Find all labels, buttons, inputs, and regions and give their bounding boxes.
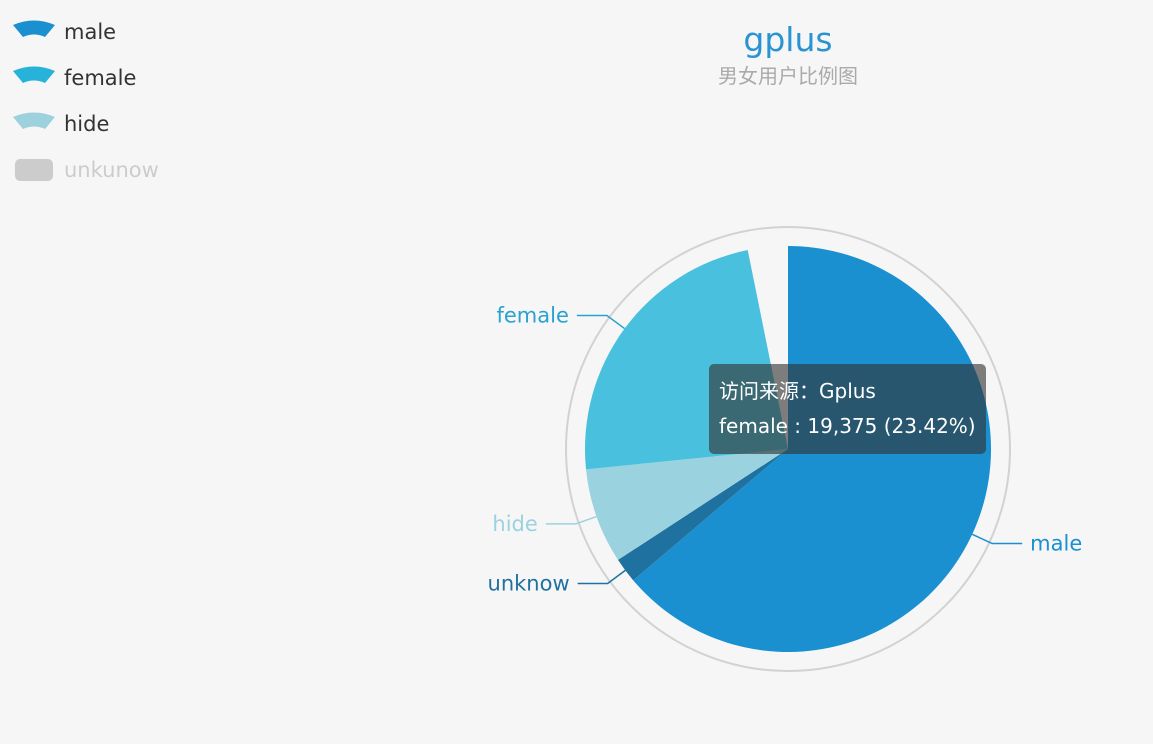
tooltip-line-value: female : 19,375 (23.42%) [719, 414, 976, 438]
tooltip-line-source: 访问来源：Gplus [719, 379, 876, 403]
slice-label-hide: hide [492, 512, 537, 536]
label-line-hide [545, 515, 597, 525]
slice-label-male: male [1030, 532, 1082, 556]
chart-page: male female hide unkunow gplus 男女用户比例图 m… [0, 0, 1153, 744]
tooltip: 访问来源：Gplus female : 19,375 (23.42%) [709, 364, 986, 454]
label-line-female [576, 314, 626, 330]
slice-label-unknow: unknow [488, 572, 570, 596]
label-line-male [971, 533, 1023, 545]
label-line-unknow [577, 569, 626, 585]
slice-label-female: female [496, 303, 568, 327]
